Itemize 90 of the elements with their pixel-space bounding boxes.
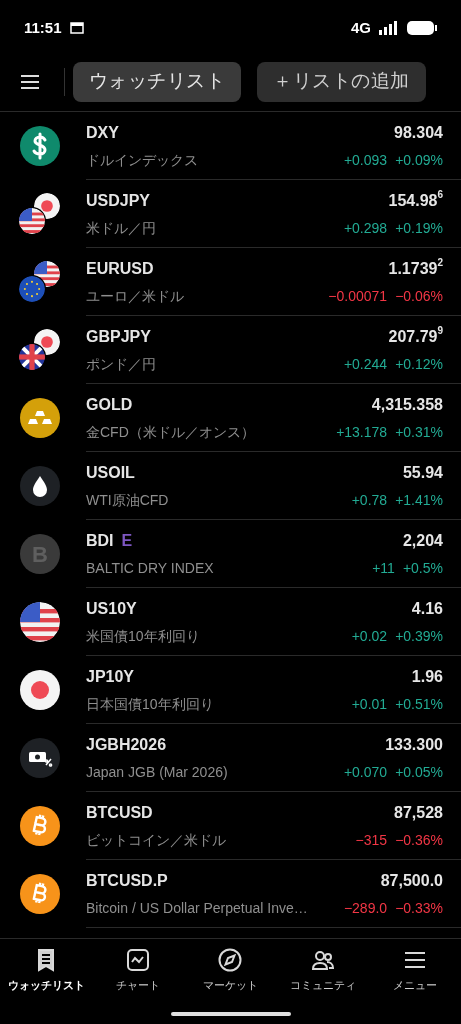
price: 207.79 — [388, 327, 438, 347]
price-fraction: 2 — [437, 255, 443, 268]
price-fraction: 6 — [437, 187, 443, 200]
change-value: +0.02 — [351, 626, 388, 646]
price: 1.1739 — [388, 259, 438, 279]
price: 4.16 — [411, 598, 443, 619]
chart-icon — [125, 947, 152, 973]
symbol: JP10Y — [86, 666, 135, 687]
dollar-icon — [20, 126, 60, 166]
instrument-name: ポンド／円 — [86, 354, 156, 374]
change-percent: +0.09% — [395, 150, 443, 170]
network-type: 4G — [351, 17, 371, 38]
price: 154.98 — [388, 191, 438, 211]
us-flag-icon — [20, 602, 60, 642]
change-percent: −0.36% — [395, 830, 443, 850]
price: 55.94 — [402, 462, 443, 483]
instrument-name: ユーロ／米ドル — [86, 286, 184, 306]
battery-icon — [407, 21, 437, 35]
exchange-label: E — [121, 530, 133, 551]
change-percent: +0.12% — [395, 354, 443, 374]
symbol: EURUSD — [86, 258, 154, 279]
signal-icon — [379, 21, 399, 35]
change-value: +13.178 — [336, 422, 388, 442]
symbol: DXY — [86, 122, 119, 143]
symbol: BTCUSD.P — [86, 870, 168, 891]
change-percent: +0.05% — [395, 762, 443, 782]
instrument-name: Bitcoin / US Dollar Perpetual Inve… — [86, 898, 308, 918]
bitcoin-icon — [20, 874, 60, 914]
change-value: +0.244 — [343, 354, 388, 374]
symbol: USOIL — [86, 462, 135, 483]
symbol: JGBH2026 — [86, 734, 167, 755]
oil-drop-icon — [20, 466, 60, 506]
nav-tab[interactable]: マーケット — [187, 947, 274, 994]
instrument-name: WTI原油CFD — [86, 490, 169, 510]
change-value: +0.093 — [343, 150, 388, 170]
change-percent: +1.41% — [395, 490, 443, 510]
instrument-name: ビットコイン／米ドル — [86, 830, 226, 850]
menu-icon[interactable] — [20, 73, 40, 90]
symbol: BTCUSD — [86, 802, 153, 823]
banknote-percent-icon — [20, 738, 60, 778]
change-percent: +0.51% — [395, 694, 443, 714]
change-percent: +0.5% — [402, 558, 443, 578]
change-value: +11 — [372, 558, 395, 578]
eu-us-flags-icon — [19, 261, 61, 303]
japan-flag-icon — [20, 670, 60, 710]
price: 98.304 — [394, 122, 443, 143]
price: 87,500.0 — [380, 870, 443, 891]
symbol: USDJPY — [86, 190, 151, 211]
change-percent: +0.31% — [395, 422, 443, 442]
change-percent: +0.19% — [395, 218, 443, 238]
price: 133.300 — [385, 734, 443, 755]
instrument-name: 日本国債10年利回り — [86, 694, 214, 714]
instrument-name: ドルインデックス — [86, 150, 198, 170]
change-value: −289.0 — [343, 898, 388, 918]
nav-tab[interactable]: メニュー — [371, 947, 458, 994]
instrument-name: Japan JGB (Mar 2026) — [86, 762, 228, 782]
change-value: +0.070 — [343, 762, 388, 782]
symbol: US10Y — [86, 598, 137, 619]
nav-tab[interactable]: コミュニティ — [279, 947, 366, 994]
compass-icon — [217, 947, 244, 973]
change-value: +0.01 — [351, 694, 388, 714]
change-percent: −0.06% — [395, 286, 443, 306]
price: 87,528 — [394, 802, 443, 823]
uk-japan-flags-icon — [19, 329, 61, 371]
instrument-name: 米ドル／円 — [86, 218, 156, 238]
nav-tab[interactable]: ウォッチリスト — [3, 947, 90, 994]
price-fraction: 9 — [437, 323, 443, 336]
instrument-name: 金CFD（米ドル／オンス） — [86, 422, 255, 442]
us-japan-flags-icon — [19, 193, 61, 235]
watchlist-tab[interactable]: ウォッチリスト — [73, 61, 242, 102]
change-percent: +0.39% — [395, 626, 443, 646]
ingots-icon — [20, 398, 60, 438]
bitcoin-icon — [20, 806, 60, 846]
symbol: GOLD — [86, 394, 133, 415]
nav-tab[interactable]: チャート — [95, 947, 182, 994]
calendar-icon — [69, 22, 84, 34]
change-value: −315 — [355, 830, 388, 850]
instrument-name: 米国債10年利回り — [86, 626, 200, 646]
change-value: +0.298 — [343, 218, 388, 238]
watchlist-tab[interactable]: ＋リストの追加 — [257, 61, 426, 102]
symbol: GBPJPY — [86, 326, 151, 347]
price: 4,315.358 — [371, 394, 443, 415]
status-time: 11:51 — [24, 17, 62, 38]
change-value: +0.78 — [351, 490, 388, 510]
change-percent: −0.33% — [395, 898, 443, 918]
instrument-name: BALTIC DRY INDEX — [86, 558, 214, 578]
price: 2,204 — [402, 530, 443, 551]
change-value: −0.00071 — [328, 286, 388, 306]
symbol: BDI — [86, 530, 114, 551]
price: 1.96 — [411, 666, 443, 687]
